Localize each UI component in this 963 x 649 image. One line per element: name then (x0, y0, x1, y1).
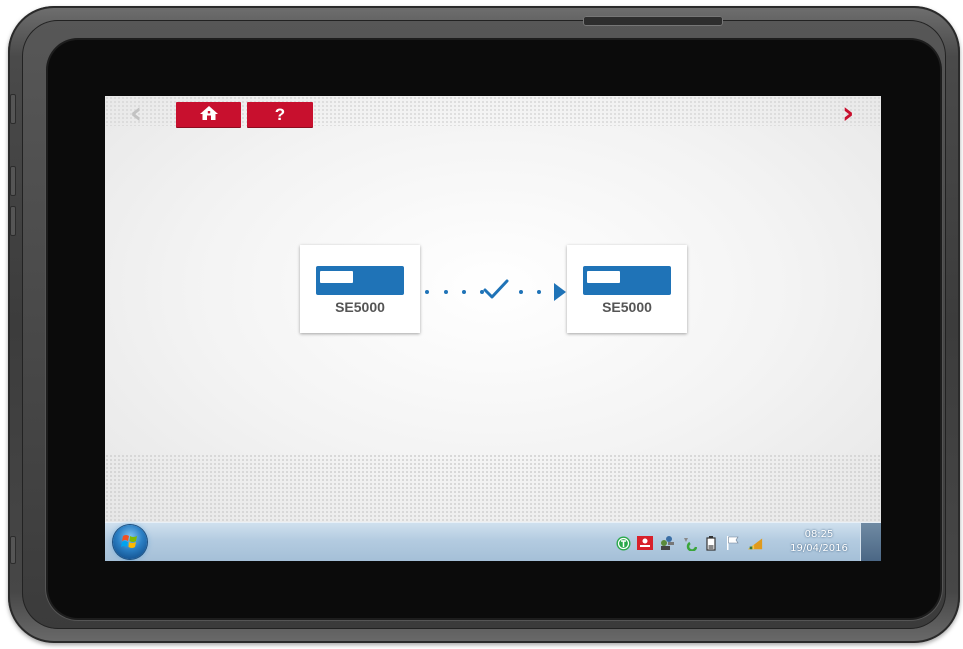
system-tray (615, 533, 763, 553)
show-desktop-button[interactable] (860, 523, 881, 561)
target-device-card: SE5000 (567, 245, 687, 333)
screen: ‹ ? › SE5000 SE5000 08:25 19/04/2016 (105, 96, 881, 561)
top-port (583, 16, 723, 26)
device-display (587, 271, 620, 283)
tachograph-icon[interactable] (615, 535, 631, 551)
source-device-card: SE5000 (300, 245, 420, 333)
check-arrow-icon (425, 279, 566, 301)
device-icon (316, 266, 404, 295)
clock-time: 08:25 (804, 529, 834, 540)
nav-back-button[interactable]: ‹ (125, 99, 147, 130)
home-button[interactable] (176, 102, 241, 127)
app-area: ‹ ? › SE5000 SE5000 (105, 96, 881, 522)
windows-logo-icon (121, 535, 137, 548)
side-button-1[interactable] (10, 94, 16, 124)
network-users-icon[interactable] (659, 535, 675, 551)
home-icon (199, 105, 219, 125)
device-display (320, 271, 353, 283)
nav-next-button[interactable]: › (837, 99, 859, 130)
signal-icon[interactable] (747, 535, 763, 551)
clock-date: 19/04/2016 (790, 543, 848, 554)
start-button[interactable] (113, 525, 147, 559)
target-device-label: SE5000 (602, 299, 652, 315)
recycle-icon[interactable] (681, 535, 697, 551)
id-card-icon[interactable] (637, 535, 653, 551)
side-button-3[interactable] (10, 206, 16, 236)
taskbar-clock[interactable]: 08:25 19/04/2016 (788, 528, 850, 556)
battery-icon[interactable] (703, 535, 719, 551)
device-icon (583, 266, 671, 295)
side-button-2[interactable] (10, 166, 16, 196)
taskbar: 08:25 19/04/2016 (105, 522, 881, 561)
source-device-label: SE5000 (335, 299, 385, 315)
transfer-indicator (423, 276, 568, 306)
help-button[interactable]: ? (247, 102, 313, 127)
side-button-4[interactable] (10, 536, 16, 564)
flag-icon[interactable] (725, 535, 741, 551)
